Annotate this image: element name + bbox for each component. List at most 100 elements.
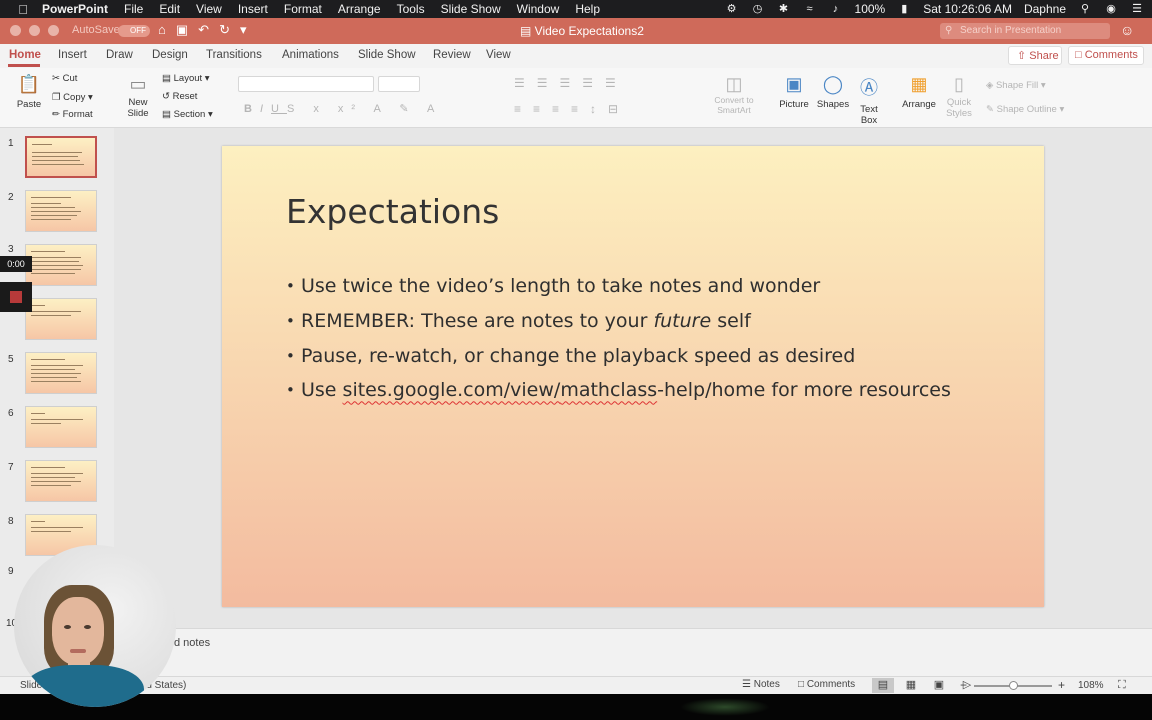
notes-pane[interactable]: d notes	[114, 628, 1152, 676]
share-button[interactable]: ⇧ Share	[1008, 46, 1062, 65]
quick-styles-icon: ▯	[954, 74, 964, 94]
webcam-eye	[64, 625, 71, 629]
copy-button[interactable]: ❐ Copy ▾	[52, 92, 93, 103]
battery-icon[interactable]: ▮	[897, 3, 911, 15]
menu-help[interactable]: Help	[575, 2, 600, 16]
undo-icon[interactable]: ↶	[198, 22, 209, 38]
fit-to-window-icon[interactable]: ⛶	[1118, 679, 1126, 692]
reset-button[interactable]: ↺ Reset	[162, 91, 197, 102]
picture-button[interactable]: ▣ Picture	[778, 74, 810, 110]
menu-edit[interactable]: Edit	[159, 2, 180, 16]
app-menu[interactable]: PowerPoint	[42, 2, 108, 16]
slide-sorter-icon[interactable]: ▦	[900, 678, 922, 693]
slide-title[interactable]: Expectations	[286, 192, 499, 231]
active-tab-indicator	[8, 64, 40, 67]
clock[interactable]: Sat 10:26:06 AM	[923, 2, 1012, 16]
shape-outline-button[interactable]: ✎ Shape Outline ▾	[986, 104, 1064, 115]
slide-thumbnail-6[interactable]: 6	[0, 406, 114, 452]
tab-home[interactable]: Home	[9, 49, 41, 61]
redo-icon[interactable]: ↻	[219, 22, 230, 38]
apple-menu-icon[interactable]: 	[12, 2, 34, 17]
layout-button[interactable]: ▤ Layout ▾	[162, 73, 210, 84]
record-button[interactable]	[0, 282, 32, 312]
customize-toolbar-icon[interactable]: ▾	[240, 22, 247, 38]
menu-view[interactable]: View	[196, 2, 222, 16]
new-slide-button[interactable]: ▭ New Slide	[120, 74, 156, 119]
zoom-window-button[interactable]	[48, 25, 59, 36]
comments-button[interactable]: □ Comments	[1068, 46, 1144, 65]
cut-button[interactable]: ✂ Cut	[52, 73, 77, 84]
status-comments-button[interactable]: □ Comments	[798, 679, 855, 690]
zoom-level[interactable]: 108%	[1078, 680, 1104, 691]
text-box-button[interactable]: Ⓐ Text Box	[854, 74, 884, 126]
bullet-text-part: for more resources	[765, 379, 951, 402]
arrange-button[interactable]: ▦ Arrange	[900, 74, 938, 110]
siri-icon[interactable]: ◉	[1104, 3, 1118, 15]
font-size-dropdown[interactable]	[378, 76, 420, 92]
zoom-out-icon[interactable]: −	[960, 678, 967, 692]
normal-view-icon[interactable]: ▤	[872, 678, 894, 693]
minimize-window-button[interactable]	[29, 25, 40, 36]
tab-transitions[interactable]: Transitions	[206, 49, 262, 61]
paste-button[interactable]: 📋 Paste	[12, 74, 46, 110]
spotlight-search-icon[interactable]: ⚲	[1078, 3, 1092, 15]
shapes-icon: ◯	[822, 74, 844, 94]
current-slide[interactable]: Expectations • Use twice the video’s leng…	[222, 146, 1044, 607]
paragraph-align-buttons[interactable]: ≡≡≡≡↕⊟	[514, 102, 630, 116]
autosave-toggle[interactable]: OFF	[118, 25, 150, 37]
shapes-button[interactable]: ◯ Shapes	[816, 74, 850, 110]
bullet-text: Use sites.google.com/view/mathclass-help…	[301, 379, 951, 401]
menu-format[interactable]: Format	[284, 2, 322, 16]
section-icon: ▤	[162, 109, 171, 120]
feedback-smiley-icon[interactable]: ☺	[1120, 22, 1134, 38]
menu-arrange[interactable]: Arrange	[338, 2, 381, 16]
tab-draw[interactable]: Draw	[106, 49, 133, 61]
bluetooth-icon[interactable]: ✱	[777, 3, 791, 15]
menu-window[interactable]: Window	[517, 2, 560, 16]
bullet-text: Pause, re-watch, or change the playback …	[301, 344, 856, 367]
thumbnail-image	[25, 298, 97, 340]
section-button[interactable]: ▤ Section ▾	[162, 109, 213, 120]
notes-label: Notes	[753, 679, 780, 690]
slide-thumbnail-1[interactable]: 1	[0, 136, 114, 182]
slide-number: 7	[8, 462, 14, 473]
font-format-buttons[interactable]: BIUS x x² A ✎ A	[244, 102, 442, 115]
slide-thumbnail-7[interactable]: 7	[0, 460, 114, 506]
slide-bullet-list[interactable]: • Use twice the video’s length to take no…	[286, 269, 951, 408]
volume-icon[interactable]: ♪	[829, 3, 843, 15]
menu-tools[interactable]: Tools	[397, 2, 425, 16]
tab-review[interactable]: Review	[433, 49, 471, 61]
wifi-icon[interactable]: ≈	[803, 3, 817, 15]
zoom-in-icon[interactable]: +	[1058, 678, 1065, 692]
search-input[interactable]: ⚲ Search in Presentation	[940, 23, 1110, 39]
tab-view[interactable]: View	[486, 49, 511, 61]
shape-fill-button[interactable]: ◈ Shape Fill ▾	[986, 80, 1046, 91]
tab-slide-show[interactable]: Slide Show	[358, 49, 416, 61]
gear-icon[interactable]: ⚙	[725, 3, 739, 15]
time-machine-icon[interactable]: ◷	[751, 3, 765, 15]
slide-thumbnail-5[interactable]: 5	[0, 352, 114, 398]
thumbnail-image	[25, 244, 97, 286]
notes-button[interactable]: ☰ Notes	[742, 679, 780, 690]
close-window-button[interactable]	[10, 25, 21, 36]
convert-smartart-button[interactable]: ◫ Convert to SmartArt	[710, 74, 758, 115]
home-icon[interactable]: ⌂	[158, 22, 166, 38]
quick-styles-button[interactable]: ▯ Quick Styles	[942, 74, 976, 119]
menu-slide-show[interactable]: Slide Show	[441, 2, 501, 16]
save-icon[interactable]: ▣	[176, 22, 188, 38]
reset-icon: ↺	[162, 91, 170, 102]
menu-file[interactable]: File	[124, 2, 143, 16]
format-painter-button[interactable]: ✏ Format	[52, 109, 93, 120]
paste-label: Paste	[16, 99, 42, 110]
reading-view-icon[interactable]: ▣	[928, 678, 950, 693]
tab-insert[interactable]: Insert	[58, 49, 87, 61]
zoom-slider-handle[interactable]	[1009, 681, 1018, 690]
slide-thumbnail-2[interactable]: 2	[0, 190, 114, 236]
tab-design[interactable]: Design	[152, 49, 188, 61]
font-name-dropdown[interactable]	[238, 76, 374, 92]
tab-animations[interactable]: Animations	[282, 49, 339, 61]
user-name[interactable]: Daphne	[1024, 2, 1066, 16]
notification-center-icon[interactable]: ☰	[1130, 3, 1144, 15]
menu-insert[interactable]: Insert	[238, 2, 268, 16]
list-buttons[interactable]: ☰☰☰☰☰	[514, 76, 628, 90]
